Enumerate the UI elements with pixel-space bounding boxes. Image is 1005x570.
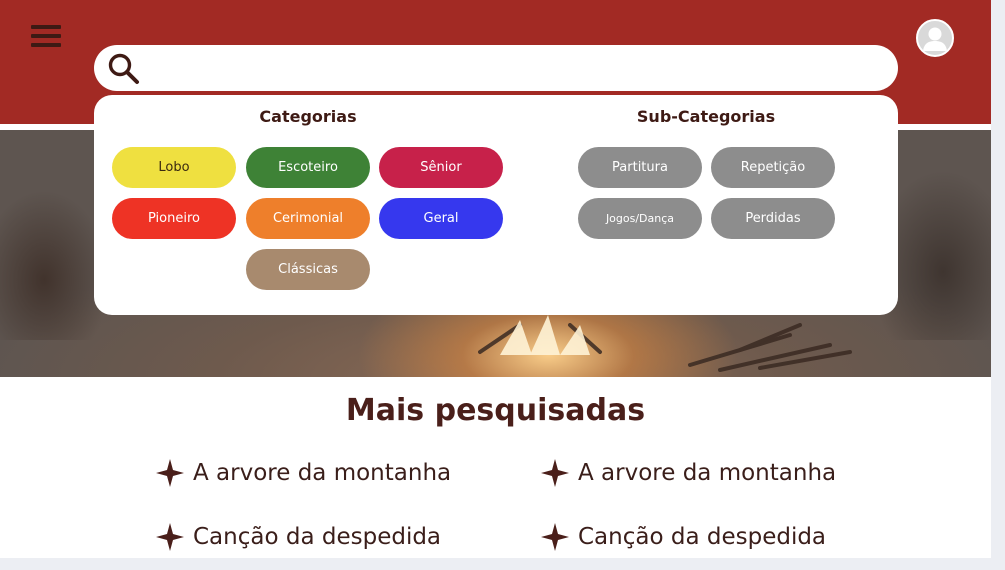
category-pill-classicas[interactable]: Clássicas [246,249,370,290]
category-pill-geral[interactable]: Geral [379,198,503,239]
four-point-star-icon [156,523,184,551]
subcategory-pill-partitura[interactable]: Partitura [578,147,702,188]
popular-section-title: Mais pesquisadas [345,393,646,428]
category-pill-pioneiro[interactable]: Pioneiro [112,198,236,239]
subcategory-pill-perdidas[interactable]: Perdidas [711,198,835,239]
four-point-star-icon [541,523,569,551]
popular-item-label: Canção da despedida [578,524,827,550]
category-pill-senior[interactable]: Sênior [379,147,503,188]
category-pill-lobo[interactable]: Lobo [112,147,236,188]
page: Categorias Sub-Categorias Lobo Escoteiro… [0,0,991,558]
popular-item[interactable]: Canção da despedida [540,520,826,554]
subcategory-pill-jogos-danca[interactable]: Jogos/Dança [578,198,702,239]
user-avatar-icon[interactable] [916,19,954,57]
category-dropdown: Categorias Sub-Categorias Lobo Escoteiro… [94,95,898,315]
four-point-star-icon [156,459,184,487]
category-pill-escoteiro[interactable]: Escoteiro [246,147,370,188]
popular-item[interactable]: Canção da despedida [155,520,441,554]
popular-item[interactable]: A arvore da montanha [155,456,451,490]
subcategory-pill-repeticao[interactable]: Repetição [711,147,835,188]
search-bar[interactable] [94,45,898,91]
hamburger-menu-icon[interactable] [31,25,61,47]
category-pill-cerimonial[interactable]: Cerimonial [246,198,370,239]
popular-item[interactable]: A arvore da montanha [540,456,836,490]
categories-title: Categorias [259,107,357,126]
popular-item-label: A arvore da montanha [578,460,837,486]
popular-item-label: A arvore da montanha [193,460,452,486]
subcategories-title: Sub-Categorias [636,107,776,126]
search-icon[interactable] [106,51,142,87]
search-input[interactable] [152,53,886,85]
four-point-star-icon [541,459,569,487]
popular-item-label: Canção da despedida [193,524,442,550]
